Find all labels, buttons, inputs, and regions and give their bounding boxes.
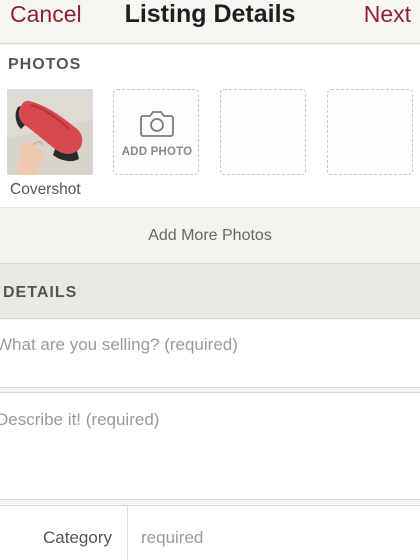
details-section-header: DETAILS (0, 263, 420, 319)
nav-bar: Listing Details Cancel Next (0, 0, 420, 44)
photos-section: PHOTOS ADD PHOTO Covershot (0, 45, 420, 207)
shoe-photo-image (7, 89, 93, 175)
add-photo-button[interactable]: ADD PHOTO (113, 89, 199, 175)
camera-icon (140, 111, 174, 137)
title-placeholder: What are you selling? (required) (0, 335, 238, 354)
add-more-photos-label: Add More Photos (148, 227, 272, 244)
category-label: Category (43, 528, 112, 547)
title-input[interactable]: What are you selling? (required) (0, 320, 420, 388)
category-divider (127, 506, 128, 560)
description-placeholder: Describe it! (required) (0, 410, 160, 429)
covershot-label: Covershot (10, 181, 81, 198)
details-section-label: DETAILS (3, 284, 78, 301)
empty-photo-slot[interactable] (220, 89, 306, 175)
empty-photo-slot[interactable] (327, 89, 413, 175)
photos-section-label: PHOTOS (8, 56, 82, 73)
category-value: required (141, 528, 204, 547)
category-row[interactable]: Category required (0, 505, 420, 560)
next-button[interactable]: Next (364, 0, 411, 30)
add-more-photos-button[interactable]: Add More Photos (0, 207, 420, 263)
add-photo-label: ADD PHOTO (121, 146, 193, 158)
covershot-photo[interactable] (7, 89, 93, 175)
cancel-button[interactable]: Cancel (10, 0, 82, 30)
description-input[interactable]: Describe it! (required) (0, 392, 420, 500)
